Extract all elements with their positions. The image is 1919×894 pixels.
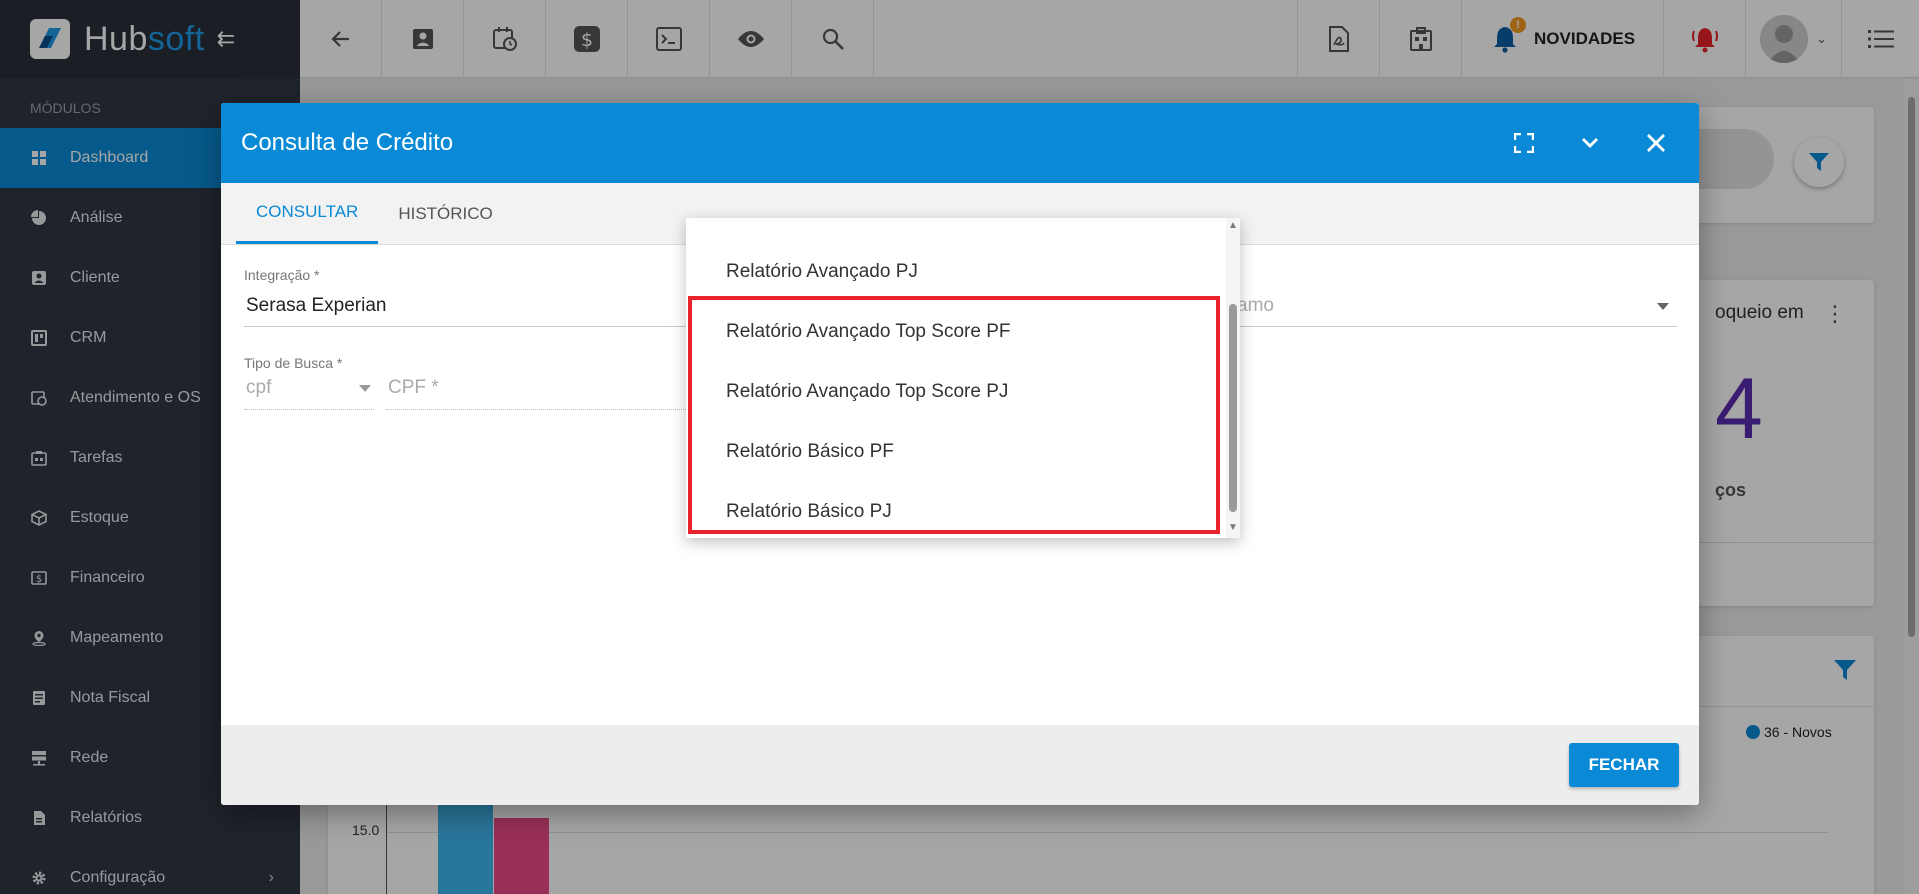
caret-down-icon[interactable] [1657,303,1669,311]
fechar-button[interactable]: FECHAR [1569,743,1679,787]
caret-down-icon[interactable] [359,385,371,393]
highlight-box [688,296,1220,534]
report-type-underline [1237,326,1677,327]
tipo-busca-underline [244,409,374,410]
fullscreen-button[interactable] [1491,133,1557,153]
integracao-underline [244,326,744,327]
tab-consultar[interactable]: CONSULTAR [236,183,379,244]
tipo-busca-select[interactable]: cpf [246,377,271,399]
dialog-title: Consulta de Crédito [241,129,454,156]
app-root: Hubsoft ⇇ MÓDULOS Dashboard Análise Clie… [0,0,1919,894]
cpf-input[interactable]: CPF * [388,377,439,399]
integracao-label: Integração * [244,267,320,283]
close-dialog-button[interactable] [1623,133,1689,153]
dropdown-option[interactable]: Relatório Avançado PJ [686,242,1240,302]
scroll-up-icon[interactable]: ▲ [1228,220,1238,231]
dropdown-scrollbar[interactable]: ▲ ▼ [1226,218,1240,538]
report-type-select[interactable]: amo [1237,295,1274,317]
integracao-select[interactable]: Serasa Experian [246,295,386,317]
chevron-down-icon [1582,138,1598,148]
cpf-underline [386,409,686,410]
dialog-header: Consulta de Crédito [221,103,1699,183]
dropdown-scrollbar-thumb[interactable] [1229,304,1237,512]
collapse-dialog-button[interactable] [1557,137,1623,149]
tipo-busca-label: Tipo de Busca * [244,355,343,371]
scroll-down-icon[interactable]: ▼ [1228,522,1238,533]
fullscreen-icon [1514,133,1534,153]
dialog-footer: FECHAR [221,725,1699,805]
close-icon [1647,134,1665,152]
tab-historico[interactable]: HISTÓRICO [378,183,512,244]
dropdown-partial-item [686,218,1240,242]
